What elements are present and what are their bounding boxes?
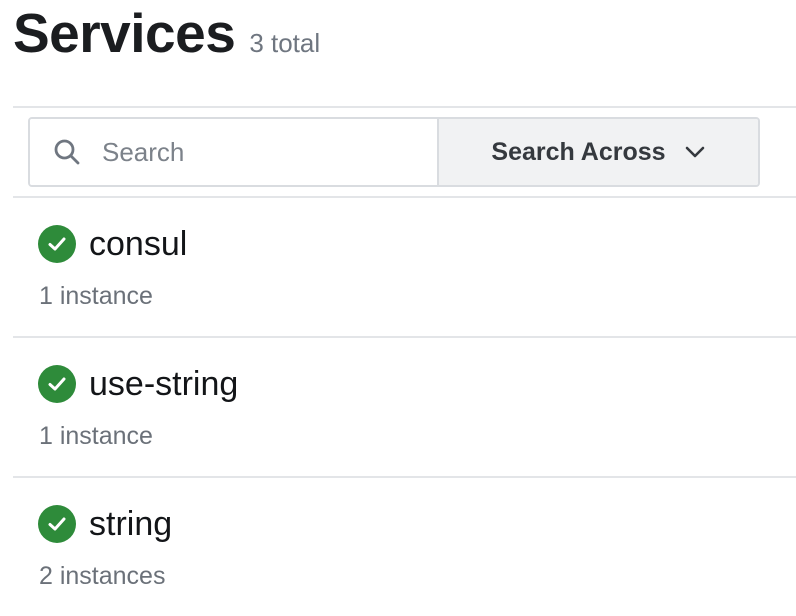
service-row: string xyxy=(38,504,172,544)
check-circle-icon xyxy=(38,505,76,543)
check-circle-icon xyxy=(38,365,76,403)
service-row: consul xyxy=(38,224,187,264)
search-icon xyxy=(52,137,82,167)
service-row: use-string xyxy=(38,364,238,404)
service-name[interactable]: string xyxy=(89,504,172,544)
page-header: Services 3 total xyxy=(13,0,320,70)
instance-count: 1 instance xyxy=(39,422,153,450)
total-count: 3 total xyxy=(249,28,321,58)
service-name[interactable]: consul xyxy=(89,224,187,264)
search-across-dropdown[interactable]: Search Across xyxy=(439,119,758,185)
instance-count: 1 instance xyxy=(39,282,153,310)
check-circle-icon xyxy=(38,225,76,263)
search-across-label: Search Across xyxy=(491,137,666,166)
service-list: consul 1 instance use-string 1 instance … xyxy=(13,198,796,616)
service-item-use-string[interactable]: use-string 1 instance xyxy=(13,338,796,478)
header-divider xyxy=(13,106,796,108)
service-item-consul[interactable]: consul 1 instance xyxy=(13,198,796,338)
service-name[interactable]: use-string xyxy=(89,364,238,404)
search-bar: Search Across xyxy=(28,117,760,187)
chevron-down-icon xyxy=(684,141,706,163)
instance-count: 2 instances xyxy=(39,562,166,590)
page-title: Services xyxy=(13,2,236,64)
search-input[interactable] xyxy=(102,136,382,168)
search-field[interactable] xyxy=(30,119,439,185)
service-item-string[interactable]: string 2 instances xyxy=(13,478,796,616)
